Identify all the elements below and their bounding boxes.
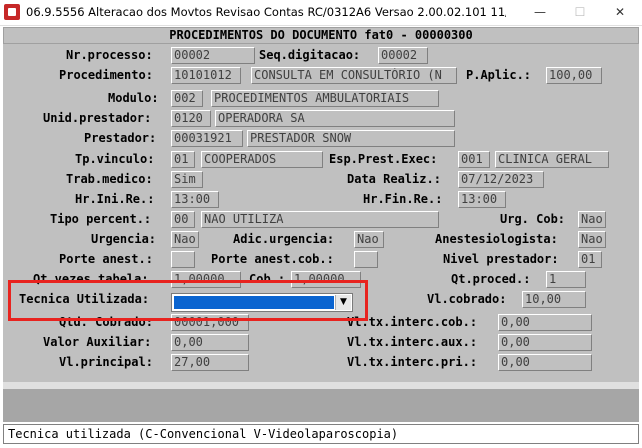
horizontal-scroll-strip (3, 382, 639, 389)
field-vl-tx-interc-cob[interactable]: 0,00 (498, 314, 592, 331)
field-unid-prestador-desc: OPERADORA SA (215, 110, 455, 127)
field-adic-urgencia[interactable]: Nao (354, 231, 384, 248)
field-p-aplic[interactable]: 100,00 (546, 67, 602, 84)
status-bar: Tecnica utilizada (C-Convencional V-Vide… (3, 424, 639, 444)
label-vl-principal: Vl.principal: (59, 355, 153, 369)
field-data-realiz[interactable]: 07/12/2023 (458, 171, 544, 188)
label-seq-digitacao: Seq.digitacao: (259, 48, 361, 62)
window-title: 06.9.5556 Alteracao dos Movtos Revisao C… (26, 5, 506, 19)
field-valor-auxiliar[interactable]: 0,00 (171, 334, 249, 351)
field-tp-vinculo-desc: COOPERADOS (201, 151, 323, 168)
field-urg-cob[interactable]: Nao (578, 211, 606, 228)
app-icon (4, 4, 20, 20)
label-procedimento: Procedimento: (59, 68, 153, 82)
minimize-button[interactable]: — (520, 0, 560, 26)
label-prestador: Prestador: (84, 131, 157, 145)
label-hr-fin: Hr.Fin.Re.: (363, 192, 443, 206)
procedure-form: Nr.processo: 00002 Seq.digitacao: 00002 … (3, 44, 639, 382)
field-qt-proced[interactable]: 1 (546, 271, 586, 288)
field-esp-prest-exec-desc: CLINICA GERAL (495, 151, 609, 168)
field-vl-tx-interc-pri[interactable]: 0,00 (498, 354, 592, 371)
field-trab-medico[interactable]: Sim (171, 171, 203, 188)
field-tipo-percent-code[interactable]: 00 (171, 211, 195, 228)
field-urgencia[interactable]: Nao (171, 231, 199, 248)
label-valor-auxiliar: Valor Auxiliar: (43, 335, 152, 349)
field-tp-vinculo-code[interactable]: 01 (171, 151, 195, 168)
label-nr-processo: Nr.processo: (66, 48, 153, 62)
field-esp-prest-exec-code[interactable]: 001 (458, 151, 490, 168)
field-seq-digitacao[interactable]: 00002 (378, 47, 428, 64)
label-anestesiologista: Anestesiologista: (435, 232, 558, 246)
close-button[interactable]: ✕ (600, 0, 640, 26)
field-porte-anest[interactable] (171, 251, 195, 268)
field-anestesiologista[interactable]: Nao (578, 231, 606, 248)
label-adic-urgencia: Adic.urgencia: (233, 232, 335, 246)
label-esp-prest-exec: Esp.Prest.Exec: (329, 152, 438, 166)
label-porte-anest-cob: Porte anest.cob.: (211, 252, 334, 266)
field-modulo-code[interactable]: 002 (171, 90, 203, 107)
label-unid-prestador: Unid.prestador: (43, 111, 152, 125)
field-vl-principal[interactable]: 27,00 (171, 354, 249, 371)
field-procedimento-code[interactable]: 10101012 (171, 67, 241, 84)
label-vl-cobrado: Vl.cobrado: (427, 292, 507, 306)
empty-panel (3, 389, 639, 422)
label-trab-medico: Trab.medico: (66, 172, 153, 186)
window-titlebar: 06.9.5556 Alteracao dos Movtos Revisao C… (0, 0, 642, 26)
field-tipo-percent-desc: NAO UTILIZA (201, 211, 439, 228)
label-vl-tx-interc-aux: Vl.tx.interc.aux.: (347, 335, 478, 349)
label-hr-ini: Hr.Ini.Re.: (75, 192, 155, 206)
label-p-aplic: P.Aplic.: (466, 68, 532, 82)
highlight-box (8, 280, 368, 321)
field-prestador-code[interactable]: 00031921 (171, 130, 243, 147)
field-modulo-desc: PROCEDIMENTOS AMBULATORIAIS (211, 90, 439, 107)
field-vl-cobrado[interactable]: 10,00 (522, 291, 586, 308)
form-title: PROCEDIMENTOS DO DOCUMENTO fat0 - 000003… (3, 27, 639, 44)
field-nivel-prestador[interactable]: 01 (578, 251, 602, 268)
field-hr-fin[interactable]: 13:00 (458, 191, 506, 208)
label-urg-cob: Urg. Cob: (500, 212, 566, 226)
label-modulo: Modulo: (108, 91, 159, 105)
maximize-button: ☐ (574, 5, 586, 19)
field-vl-tx-interc-aux[interactable]: 0,00 (498, 334, 592, 351)
field-unid-prestador-code[interactable]: 0120 (171, 110, 211, 127)
field-procedimento-desc: CONSULTA EM CONSULTÓRIO (N (251, 67, 457, 84)
field-nr-processo[interactable]: 00002 (171, 47, 255, 64)
field-prestador-desc: PRESTADOR SNOW (247, 130, 455, 147)
label-tipo-percent: Tipo percent.: (50, 212, 152, 226)
label-tp-vinculo: Tp.vinculo: (75, 152, 155, 166)
label-qt-proced: Qt.proced.: (451, 272, 531, 286)
field-hr-ini[interactable]: 13:00 (171, 191, 219, 208)
label-vl-tx-interc-pri: Vl.tx.interc.pri.: (347, 355, 478, 369)
field-porte-anest-cob[interactable] (354, 251, 378, 268)
label-porte-anest: Porte anest.: (59, 252, 153, 266)
label-urgencia: Urgencia: (91, 232, 157, 246)
label-data-realiz: Data Realiz.: (347, 172, 441, 186)
label-nivel-prestador: Nivel prestador: (443, 252, 559, 266)
